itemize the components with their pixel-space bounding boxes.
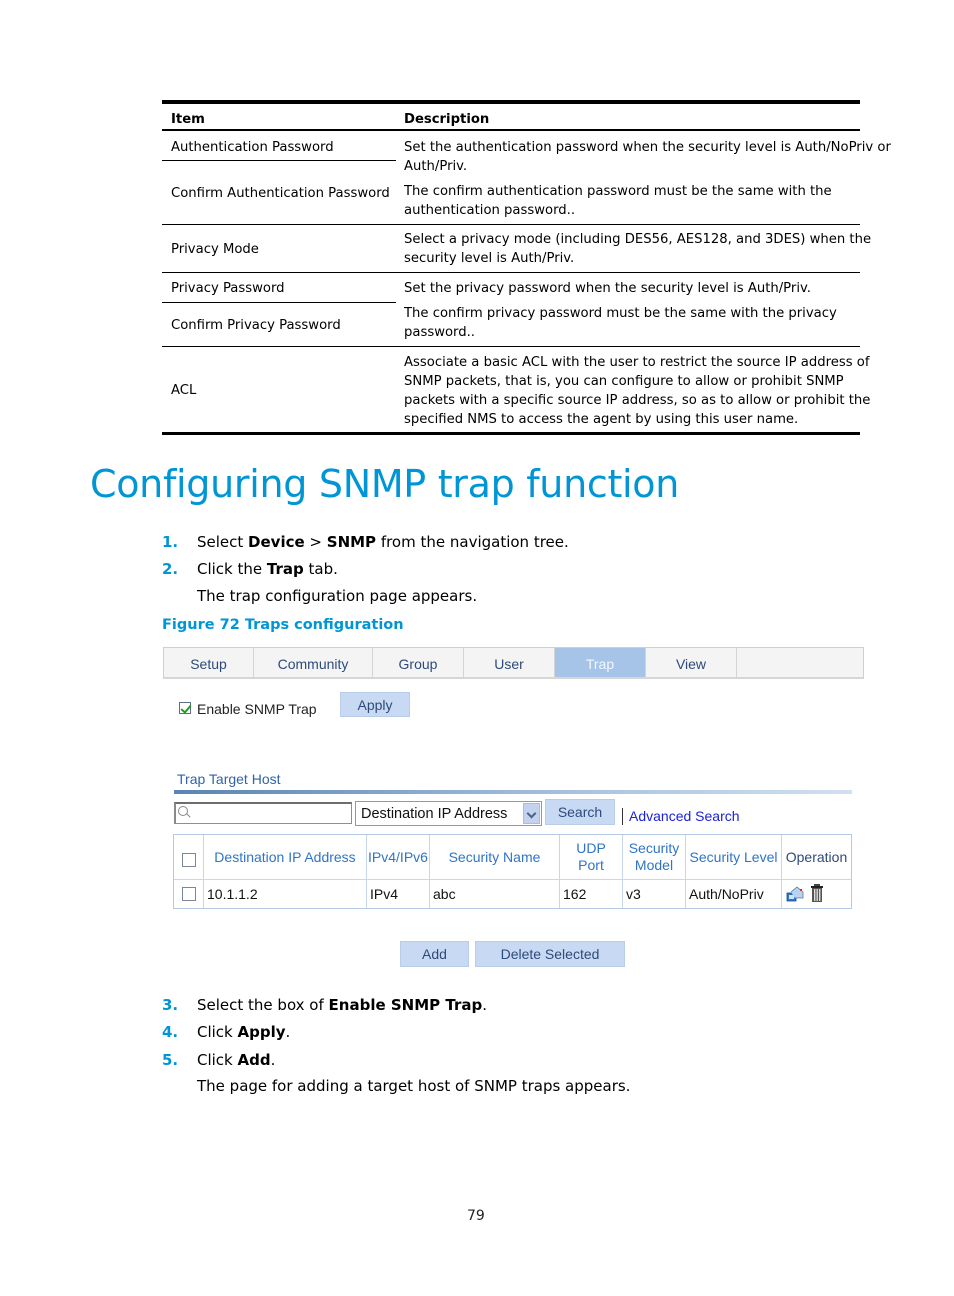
step-number: 2. (162, 560, 179, 578)
tab-setup[interactable]: Setup (164, 648, 254, 677)
col-operation: Operation (785, 848, 848, 865)
search-icon (178, 806, 188, 816)
cell-udp-port: 162 (563, 886, 587, 902)
menu-snmp: SNMP (326, 533, 377, 551)
table-row-description: Set the privacy password when the securi… (404, 281, 811, 296)
search-input[interactable] (174, 802, 352, 824)
step-number: 1. (162, 533, 179, 551)
apply-button[interactable]: Apply (340, 692, 410, 717)
table-row-item: Confirm Authentication Password (171, 186, 390, 201)
table-bottom-rule (162, 432, 860, 435)
col-security-name[interactable]: Security Name (430, 835, 559, 879)
cell-security-level: Auth/NoPriv (689, 886, 764, 902)
col-ip-version[interactable]: IPv4/IPv6 (367, 835, 429, 879)
menu-device: Device (248, 533, 305, 551)
separator (622, 808, 623, 825)
table-row-item: Confirm Privacy Password (171, 318, 341, 333)
step-number: 4. (162, 1023, 179, 1041)
table-row-description: The confirm authentication password must… (404, 184, 832, 218)
enable-snmp-trap-label: Enable SNMP Trap (197, 701, 317, 717)
step-2-result: The trap configuration page appears. (197, 587, 478, 605)
header-item: Item (171, 112, 205, 127)
advanced-search-link[interactable]: Advanced Search (629, 808, 740, 824)
col-udp-port[interactable]: UDP Port (566, 835, 616, 879)
step-5-result: The page for adding a target host of SNM… (197, 1077, 631, 1095)
search-field-select[interactable]: Destination IP Address (355, 801, 542, 826)
table-row-description: The confirm privacy password must be the… (404, 306, 837, 340)
header-rule (162, 129, 860, 131)
figure-caption: Figure 72 Traps configuration (162, 617, 404, 633)
table-row-description: Set the authentication password when the… (404, 140, 891, 174)
cell-destination-ip: 10.1.1.2 (207, 886, 258, 902)
section-divider (174, 790, 852, 794)
table-row-description: Select a privacy mode (including DES56, … (404, 232, 872, 266)
col-security-model[interactable]: Security Model (626, 835, 682, 879)
table-top-rule (162, 100, 860, 104)
tab-trap-ref: Trap (266, 560, 304, 578)
select-all-checkbox[interactable] (182, 853, 196, 867)
tab-group[interactable]: Group (373, 648, 464, 677)
table-row-description: Associate a basic ACL with the user to r… (404, 355, 871, 427)
delete-selected-button[interactable]: Delete Selected (475, 941, 625, 967)
chevron-down-icon[interactable] (523, 803, 540, 824)
tab-trap[interactable]: Trap (555, 648, 646, 677)
tab-bar: Setup Community Group User Trap View (163, 647, 864, 679)
enable-snmp-trap-checkbox[interactable] (179, 702, 191, 714)
row-checkbox[interactable] (182, 887, 196, 901)
step-number: 5. (162, 1051, 179, 1069)
edit-icon[interactable] (786, 886, 804, 902)
col-security-level[interactable]: Security Level (686, 835, 781, 879)
table-row-item: ACL (171, 383, 197, 398)
search-button[interactable]: Search (545, 799, 615, 825)
cell-ip-version: IPv4 (370, 886, 399, 902)
row-rule (162, 346, 860, 347)
trap-host-table: Destination IP Address IPv4/IPv6 Securit… (173, 834, 852, 909)
row-rule (162, 224, 860, 225)
row-rule (162, 302, 396, 303)
tab-bar-filler (737, 648, 863, 677)
table-row-item: Authentication Password (171, 140, 334, 155)
cell-security-model: v3 (626, 886, 641, 902)
trash-icon[interactable] (811, 884, 823, 902)
cell-security-name: abc (433, 886, 456, 902)
page-number: 79 (467, 1208, 485, 1224)
table-row-item: Privacy Password (171, 281, 285, 296)
tab-user[interactable]: User (464, 648, 555, 677)
section-title: Trap Target Host (177, 771, 281, 787)
tab-view[interactable]: View (646, 648, 737, 677)
section-heading: Configuring SNMP trap function (90, 462, 680, 506)
header-description: Description (404, 112, 490, 127)
col-destination-ip[interactable]: Destination IP Address (204, 835, 366, 879)
add-button[interactable]: Add (400, 941, 469, 967)
table-row-item: Privacy Mode (171, 242, 259, 257)
step-number: 3. (162, 996, 179, 1014)
row-rule (162, 272, 860, 273)
row-rule (162, 160, 396, 161)
tab-community[interactable]: Community (254, 648, 373, 677)
